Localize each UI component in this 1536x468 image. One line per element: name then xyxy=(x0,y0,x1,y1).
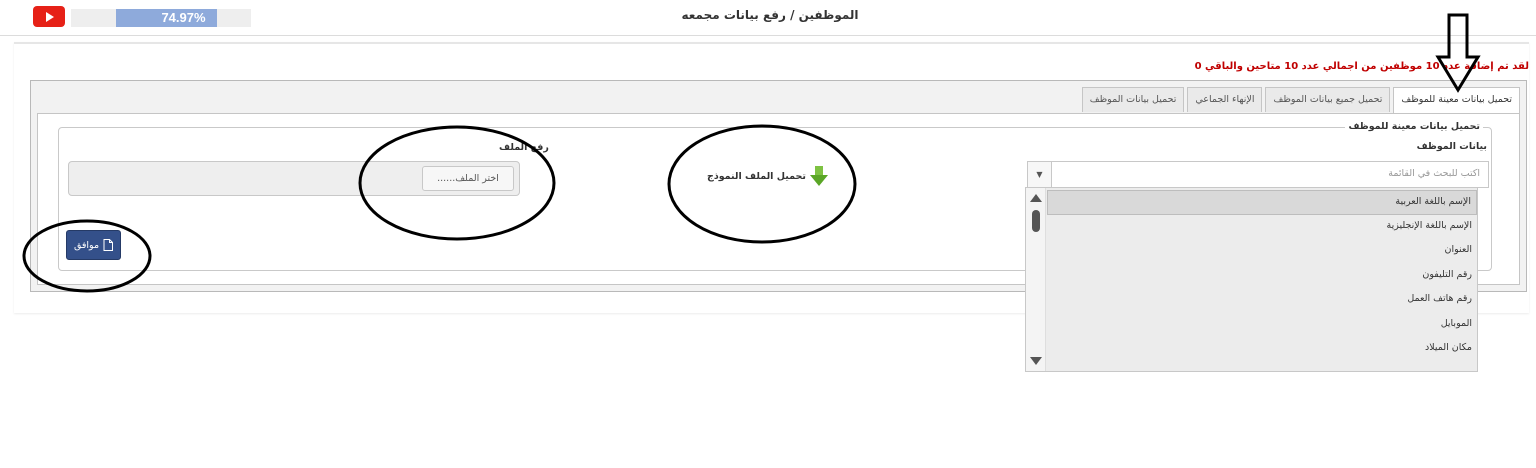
top-bar: 74.97% الموظفين / رفع بيانات مجمعه xyxy=(0,0,1536,36)
select-search-input[interactable]: اكتب للبحث في القائمة xyxy=(1388,168,1480,179)
file-upload-field: اختر الملف...... xyxy=(68,161,520,196)
dropdown-items: الإسم باللغة العربية الإسم باللغة الإنجل… xyxy=(1047,190,1477,362)
scroll-up-icon[interactable] xyxy=(1030,194,1042,202)
progress-bar: 74.97% xyxy=(71,9,251,27)
file-icon xyxy=(103,239,114,251)
list-item[interactable]: الموبايل xyxy=(1047,313,1477,338)
scroll-down-icon[interactable] xyxy=(1030,357,1042,365)
fieldset-legend: تحميل بيانات معينة للموظف xyxy=(1345,121,1483,132)
chevron-down-icon[interactable]: ▼ xyxy=(1028,162,1052,187)
progress-text: 74.97% xyxy=(161,10,206,25)
scroll-thumb[interactable] xyxy=(1032,210,1040,232)
list-item[interactable]: الإسم باللغة الإنجليزية xyxy=(1047,215,1477,240)
employee-fields-select[interactable]: ▼ اكتب للبحث في القائمة xyxy=(1027,161,1489,188)
list-item[interactable]: رقم التليفون xyxy=(1047,264,1477,289)
page-title: الموظفين / رفع بيانات مجمعه xyxy=(681,8,859,22)
dropdown-scrollbar[interactable] xyxy=(1026,188,1046,371)
download-template-link[interactable]: تحميل الملف النموذج xyxy=(707,166,828,186)
fields-dropdown-list[interactable]: الإسم باللغة العربية الإسم باللغة الإنجل… xyxy=(1025,187,1478,372)
tab-strip: تحميل بيانات معينة للموظف تحميل جميع بيا… xyxy=(1081,87,1520,114)
tab-all-data[interactable]: تحميل جميع بيانات الموظف xyxy=(1265,87,1391,112)
ok-button-label: موافق xyxy=(73,239,100,251)
list-item[interactable]: الإسم باللغة العربية xyxy=(1047,190,1477,215)
employee-data-label: بيانات الموظف xyxy=(1416,141,1487,152)
green-down-arrow-icon xyxy=(809,166,828,186)
choose-file-button[interactable]: اختر الملف...... xyxy=(422,166,514,191)
download-template-text: تحميل الملف النموذج xyxy=(707,170,806,182)
youtube-button[interactable] xyxy=(33,6,65,27)
notice-message: لقد تم إضافة عدد 10 موظفين من اجمالي عدد… xyxy=(1194,61,1529,72)
play-icon xyxy=(46,11,54,22)
list-item[interactable]: مكان الميلاد xyxy=(1047,337,1477,362)
tab-bulk-termination[interactable]: الإنهاء الجماعي xyxy=(1187,87,1263,112)
file-upload-label: رفع الملف xyxy=(499,142,549,153)
ok-button[interactable]: موافق xyxy=(66,230,121,260)
list-item[interactable]: العنوان xyxy=(1047,239,1477,264)
page-root: 74.97% الموظفين / رفع بيانات مجمعه لقد ت… xyxy=(0,0,1536,468)
tab-employee-data[interactable]: تحميل بيانات الموظف xyxy=(1081,87,1185,112)
list-item[interactable]: رقم هاتف العمل xyxy=(1047,288,1477,313)
tab-specific-data[interactable]: تحميل بيانات معينة للموظف xyxy=(1393,87,1520,114)
